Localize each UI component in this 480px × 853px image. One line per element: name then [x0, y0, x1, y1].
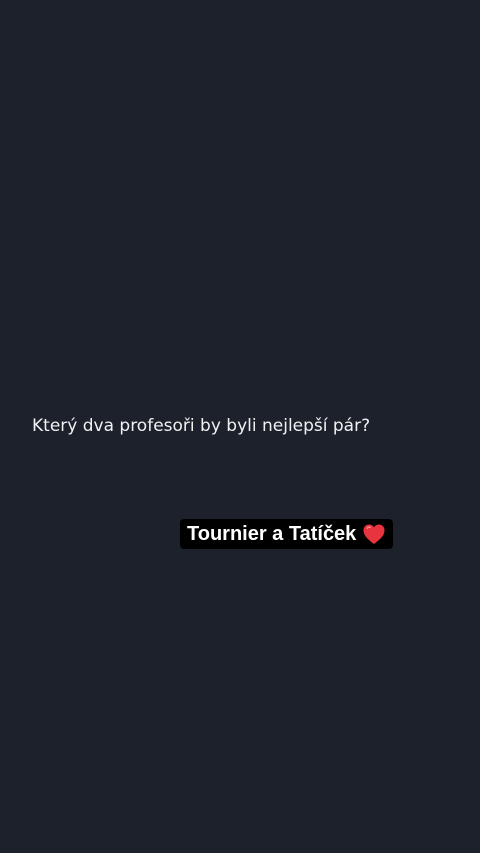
story-canvas: Který dva profesoři by byli nejlepší pár… [0, 0, 480, 853]
answer-text: Tournier a Tatíček [187, 523, 357, 545]
heart-icon [362, 523, 386, 545]
question-text: Který dva profesoři by byli nejlepší pár… [32, 416, 371, 436]
answer-sticker[interactable]: Tournier a Tatíček [180, 519, 394, 549]
